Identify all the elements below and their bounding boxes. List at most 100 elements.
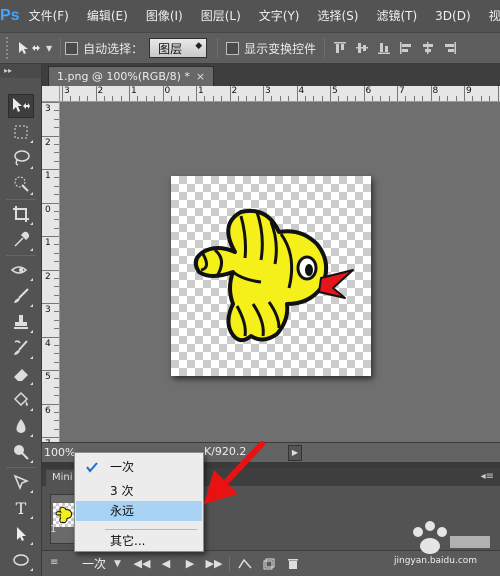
paw-logo-icon bbox=[413, 521, 490, 554]
loop-option-once[interactable]: 一次 bbox=[76, 457, 202, 477]
menu-view[interactable]: 视 bbox=[480, 0, 500, 32]
align-right-icon[interactable] bbox=[439, 38, 461, 58]
preset-chevron-down-icon[interactable]: ▼ bbox=[46, 44, 52, 53]
play-icon[interactable]: ▶ bbox=[178, 554, 202, 574]
quick-selection-tool-icon[interactable] bbox=[8, 172, 34, 196]
vertical-ruler[interactable]: 321012345678 bbox=[42, 102, 60, 442]
align-top-icon[interactable] bbox=[329, 38, 351, 58]
auto-select-checkbox[interactable] bbox=[65, 41, 79, 55]
blur-tool-icon[interactable] bbox=[8, 414, 34, 438]
next-frame-icon[interactable]: ▶▶ bbox=[202, 554, 226, 574]
ruler-minor-tick bbox=[54, 152, 59, 154]
status-menu-arrow-icon[interactable]: ▶ bbox=[288, 445, 302, 461]
spot-healing-tool-icon[interactable] bbox=[8, 258, 34, 282]
ruler-tick bbox=[42, 437, 59, 438]
tools-divider bbox=[6, 467, 36, 468]
lasso-tool-icon[interactable] bbox=[8, 146, 34, 170]
pen-tool-icon[interactable] bbox=[8, 470, 34, 494]
ruler-tick bbox=[196, 86, 197, 101]
ruler-tick bbox=[42, 169, 59, 170]
menu-3d[interactable]: 3D(D) bbox=[426, 0, 479, 32]
ruler-minor-tick bbox=[170, 96, 172, 101]
dodge-tool-icon[interactable] bbox=[8, 440, 34, 464]
ruler-minor-tick bbox=[346, 96, 348, 101]
tools-collapse-icon[interactable]: ▸▸ bbox=[0, 64, 41, 78]
watermark-logo: jingyan.baidu.com bbox=[388, 518, 498, 574]
ruler-minor-tick bbox=[54, 277, 59, 279]
loop-options-select[interactable]: 一次 ▼ bbox=[78, 554, 130, 574]
ruler-minor-tick bbox=[54, 395, 59, 397]
auto-select-target-select[interactable]: 图层 ◆ bbox=[149, 38, 208, 58]
tween-icon[interactable] bbox=[233, 554, 257, 574]
loop-options-value: 一次 bbox=[82, 557, 107, 571]
brush-tool-icon[interactable] bbox=[8, 284, 34, 308]
ruler-tick bbox=[229, 86, 231, 101]
trash-icon[interactable] bbox=[281, 554, 305, 574]
ruler-minor-tick bbox=[103, 96, 105, 101]
frame-number: 1 bbox=[50, 524, 57, 535]
loop-option-other[interactable]: 其它... bbox=[76, 531, 202, 551]
document-tab[interactable]: 1.png @ 100%(RGB/8) * × bbox=[48, 66, 215, 86]
align-bottom-icon[interactable] bbox=[373, 38, 395, 58]
path-selection-tool-icon[interactable] bbox=[8, 522, 34, 546]
canvas-workspace[interactable] bbox=[60, 102, 500, 442]
yellow-bird-image bbox=[193, 209, 354, 343]
convert-timeline-icon[interactable]: ≡ bbox=[50, 557, 58, 568]
watermark-text: jingyan.baidu.com bbox=[394, 556, 478, 566]
eraser-tool-icon[interactable] bbox=[8, 362, 34, 386]
zoom-field[interactable]: 100% bbox=[42, 445, 75, 461]
ruler-minor-tick bbox=[78, 96, 80, 101]
loop-option-forever[interactable]: 永远 bbox=[76, 501, 202, 521]
document-canvas[interactable] bbox=[171, 176, 371, 376]
align-vertical-center-icon[interactable] bbox=[351, 38, 373, 58]
ruler-tick bbox=[330, 86, 331, 101]
ruler-tick bbox=[162, 86, 164, 101]
eyedropper-tool-icon[interactable] bbox=[8, 228, 34, 252]
align-horizontal-center-icon[interactable] bbox=[417, 38, 439, 58]
paint-bucket-tool-icon[interactable] bbox=[8, 388, 34, 412]
horizontal-ruler[interactable]: 321012345678910 bbox=[60, 86, 500, 102]
menu-file[interactable]: 文件(F) bbox=[20, 0, 78, 32]
ruler-tick-label: 2 bbox=[45, 271, 51, 282]
close-tab-icon[interactable]: × bbox=[196, 70, 205, 83]
clone-stamp-tool-icon[interactable] bbox=[8, 310, 34, 334]
loop-option-label: 其它... bbox=[110, 534, 146, 548]
align-left-icon[interactable] bbox=[395, 38, 417, 58]
ruler-minor-tick bbox=[112, 96, 114, 101]
move-tool-icon[interactable] bbox=[8, 94, 34, 118]
document-tab-bar: 1.png @ 100%(RGB/8) * × bbox=[42, 64, 500, 86]
ruler-minor-tick bbox=[371, 96, 373, 101]
crop-tool-icon[interactable] bbox=[8, 202, 34, 226]
menu-layer[interactable]: 图层(L) bbox=[192, 0, 250, 32]
ruler-tick bbox=[464, 86, 465, 101]
ruler-tick-label: 4 bbox=[45, 338, 51, 349]
type-tool-icon[interactable]: T bbox=[8, 496, 34, 520]
ruler-tick bbox=[430, 86, 432, 101]
menu-image[interactable]: 图像(I) bbox=[137, 0, 192, 32]
ruler-tick-label: 1 bbox=[45, 238, 51, 248]
move-tool-preset-icon[interactable] bbox=[12, 37, 46, 59]
duplicate-frame-icon[interactable] bbox=[257, 554, 281, 574]
show-transform-checkbox[interactable] bbox=[226, 41, 240, 55]
loop-option-three-times[interactable]: 3 次 bbox=[76, 481, 202, 501]
previous-frame-icon[interactable]: ◀ bbox=[154, 554, 178, 574]
ellipse-tool-icon[interactable] bbox=[8, 548, 34, 572]
menu-edit[interactable]: 编辑(E) bbox=[78, 0, 137, 32]
ruler-minor-tick bbox=[54, 261, 59, 263]
first-frame-icon[interactable]: ◀◀ bbox=[130, 554, 154, 574]
history-brush-tool-icon[interactable] bbox=[8, 336, 34, 360]
ruler-tick-label: 7 bbox=[399, 86, 405, 96]
ruler-minor-tick bbox=[137, 96, 139, 101]
ruler-tick-label: 4 bbox=[298, 86, 305, 96]
show-transform-label: 显示变换控件 bbox=[244, 41, 317, 56]
ruler-tick bbox=[62, 86, 63, 101]
menu-filter[interactable]: 滤镜(T) bbox=[367, 0, 426, 32]
ruler-tick-label: 6 bbox=[45, 405, 51, 416]
ruler-origin[interactable] bbox=[42, 86, 60, 102]
ruler-tick-label: 0 bbox=[164, 86, 171, 96]
panel-menu-icon[interactable]: ◂≡ bbox=[481, 471, 494, 482]
marquee-tool-icon[interactable] bbox=[8, 120, 34, 144]
menu-select[interactable]: 选择(S) bbox=[308, 0, 367, 32]
menu-type[interactable]: 文字(Y) bbox=[250, 0, 309, 32]
ruler-minor-tick bbox=[321, 96, 323, 101]
